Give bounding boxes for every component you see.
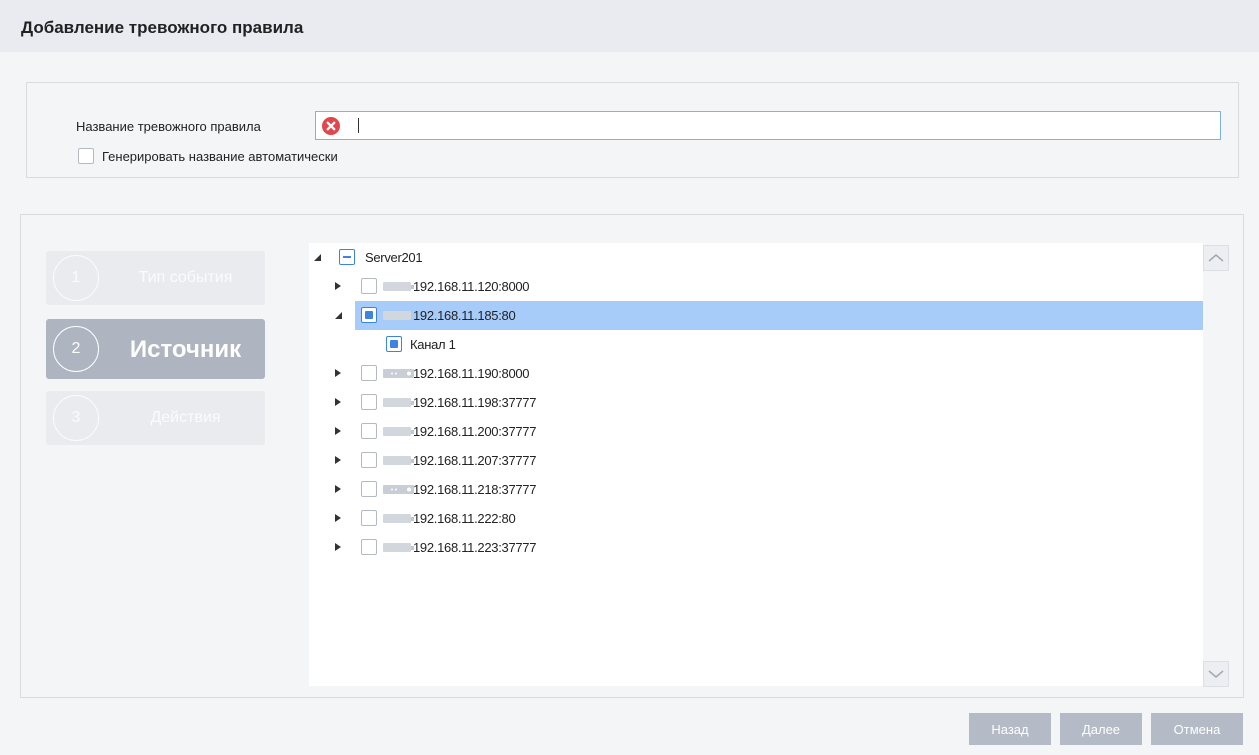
collapsed-arrow-icon[interactable] <box>333 426 343 436</box>
tree-checkbox[interactable] <box>361 307 377 323</box>
tree-device-row[interactable]: 192.168.11.218:37777 <box>309 475 1203 504</box>
expanded-arrow-icon[interactable] <box>333 310 343 320</box>
collapsed-arrow-icon[interactable] <box>333 368 343 378</box>
step-label: Тип события <box>138 269 233 286</box>
collapsed-arrow-icon[interactable] <box>333 484 343 494</box>
collapsed-arrow-icon[interactable] <box>333 455 343 465</box>
step-label: Действия <box>150 409 221 426</box>
step-source[interactable]: 2 Источник <box>46 319 265 379</box>
collapsed-arrow-icon[interactable] <box>333 542 343 552</box>
recorder-device-icon <box>383 485 414 494</box>
tree-device-row[interactable]: 192.168.11.222:80 <box>309 504 1203 533</box>
tree-device-label: 192.168.11.222:80 <box>413 511 516 526</box>
tree-device-row-selected[interactable]: 192.168.11.185:80 <box>335 301 1203 330</box>
tree-checkbox[interactable] <box>339 249 355 265</box>
tree-device-row[interactable]: 192.168.11.120:8000 <box>309 272 1203 301</box>
camera-device-icon <box>383 427 414 436</box>
camera-device-icon <box>383 282 414 291</box>
scroll-up-icon[interactable] <box>1203 245 1229 271</box>
tree-device-row[interactable]: 192.168.11.198:37777 <box>309 388 1203 417</box>
tree-device-label: 192.168.11.207:37777 <box>413 453 537 468</box>
tree-checkbox[interactable] <box>361 423 377 439</box>
tree-channel-row[interactable]: Канал 1 <box>309 330 1203 359</box>
tree-device-label: 192.168.11.200:37777 <box>413 424 537 439</box>
tree-device-label: 192.168.11.185:80 <box>413 308 516 323</box>
step-actions[interactable]: 3 Действия <box>46 391 265 445</box>
dialog-header: Добавление тревожного правила <box>0 0 1259 52</box>
tree-root-label: Server201 <box>365 250 423 265</box>
recorder-device-icon <box>383 369 414 378</box>
tree-channel-label: Канал 1 <box>410 337 456 352</box>
tree-checkbox[interactable] <box>361 452 377 468</box>
auto-name-label[interactable]: Генерировать название автоматически <box>102 149 338 164</box>
step-number: 1 <box>53 255 99 301</box>
cancel-button[interactable]: Отмена <box>1151 713 1243 745</box>
camera-device-icon <box>383 514 414 523</box>
camera-device-icon <box>383 398 414 407</box>
tree-device-row[interactable]: 192.168.11.207:37777 <box>309 446 1203 475</box>
step-number: 3 <box>53 395 99 441</box>
camera-device-icon <box>383 543 414 552</box>
tree-device-row[interactable]: 192.168.11.223:37777 <box>309 533 1203 562</box>
dialog-title: Добавление тревожного правила <box>21 18 304 37</box>
tree-device-label: 192.168.11.198:37777 <box>413 395 537 410</box>
collapsed-arrow-icon[interactable] <box>333 281 343 291</box>
text-caret <box>358 118 359 133</box>
rule-name-input[interactable] <box>315 111 1221 140</box>
collapsed-arrow-icon[interactable] <box>333 397 343 407</box>
tree-device-label: 192.168.11.190:8000 <box>413 366 530 381</box>
tree-checkbox[interactable] <box>361 278 377 294</box>
expanded-arrow-icon[interactable] <box>312 252 322 262</box>
scroll-down-icon[interactable] <box>1203 661 1229 687</box>
step-number: 2 <box>53 326 99 372</box>
tree-device-row[interactable]: 192.168.11.200:37777 <box>309 417 1203 446</box>
tree-device-label: 192.168.11.223:37777 <box>413 540 537 555</box>
tree-device-row[interactable]: 192.168.11.190:8000 <box>309 359 1203 388</box>
step-label: Источник <box>129 336 242 363</box>
rule-name-panel: Название тревожного правила Генерировать… <box>26 82 1239 178</box>
tree-checkbox[interactable] <box>361 394 377 410</box>
tree-checkbox[interactable] <box>361 481 377 497</box>
tree-checkbox[interactable] <box>386 336 402 352</box>
camera-device-icon <box>383 311 414 320</box>
tree-checkbox[interactable] <box>361 510 377 526</box>
tree-device-label: 192.168.11.218:37777 <box>413 482 537 497</box>
tree-checkbox[interactable] <box>361 365 377 381</box>
tree-root-row[interactable]: Server201 <box>309 243 1203 272</box>
auto-name-checkbox[interactable] <box>78 148 94 164</box>
rule-name-label: Название тревожного правила <box>76 119 261 134</box>
next-button[interactable]: Далее <box>1060 713 1142 745</box>
tree-device-label: 192.168.11.120:8000 <box>413 279 530 294</box>
wizard-panel: 1 Тип события 2 Источник 3 Действия Serv… <box>20 214 1244 698</box>
step-event-type[interactable]: 1 Тип события <box>46 251 265 305</box>
error-icon <box>322 117 340 135</box>
device-tree[interactable]: Server201 192.168.11.120:8000 192.168.11… <box>309 243 1203 686</box>
collapsed-arrow-icon[interactable] <box>333 513 343 523</box>
tree-checkbox[interactable] <box>361 539 377 555</box>
back-button[interactable]: Назад <box>969 713 1051 745</box>
camera-device-icon <box>383 456 414 465</box>
